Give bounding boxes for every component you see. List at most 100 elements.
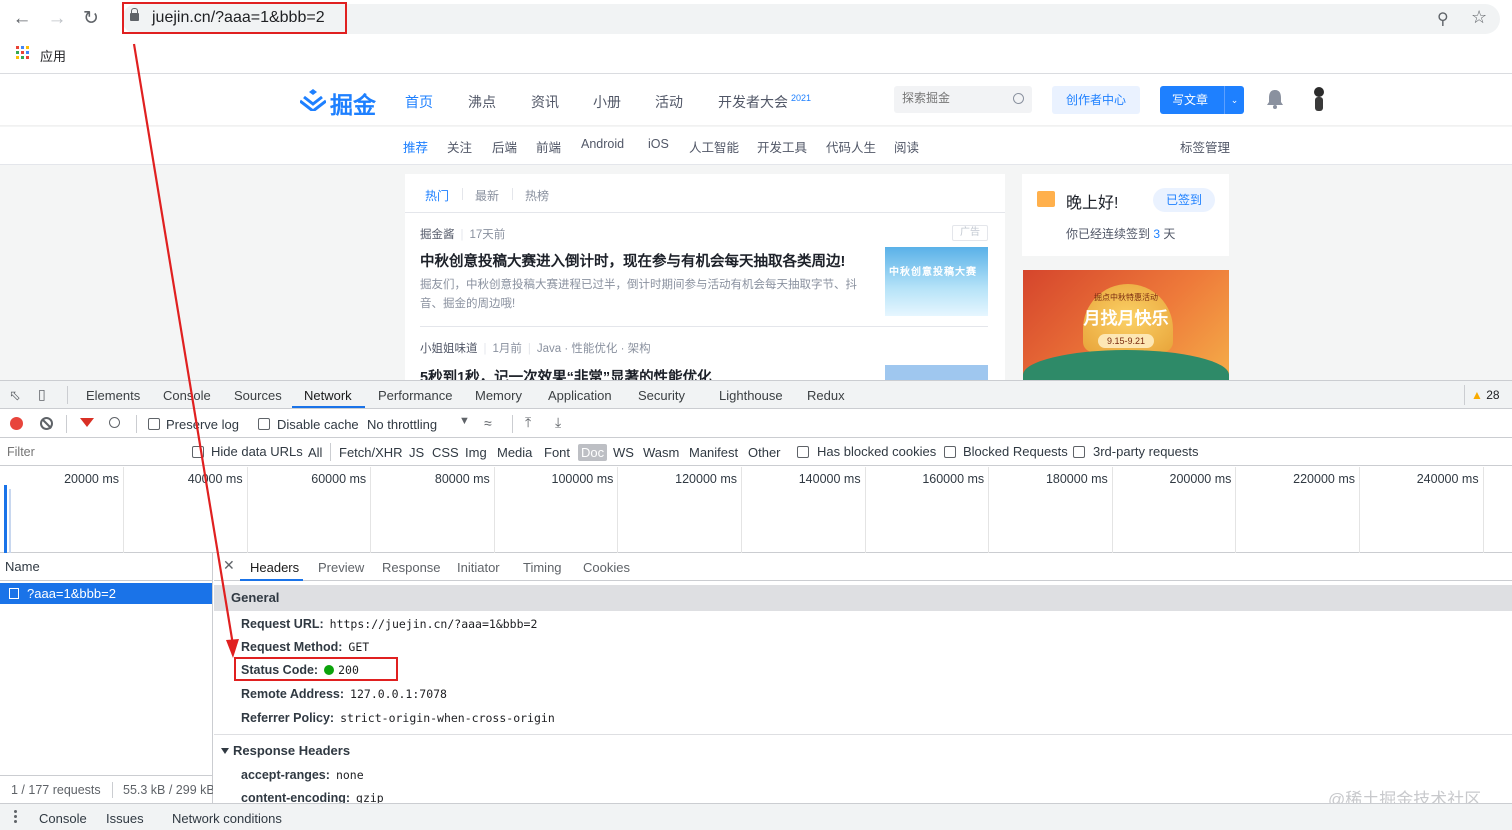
mid-autumn-banner[interactable]: 掘点中秋特惠活动 月找月快乐 9.15-9.21 xyxy=(1023,270,1229,380)
preserve-log-checkbox[interactable] xyxy=(148,418,160,430)
header-value[interactable]: https://juejin.cn/?aaa=1&bbb=2 xyxy=(330,617,538,631)
juejin-logo-text[interactable]: 掘金 xyxy=(330,86,376,120)
general-section-header[interactable]: General xyxy=(214,585,1512,611)
has-blocked-cookies-label[interactable]: Has blocked cookies xyxy=(817,444,936,459)
tab-initiator[interactable]: Initiator xyxy=(457,560,500,575)
feed-tab-hot[interactable]: 热门 xyxy=(425,187,449,204)
tab-response[interactable]: Response xyxy=(382,560,441,575)
reload-icon[interactable]: ↻ xyxy=(78,6,104,32)
tab-security[interactable]: Security xyxy=(638,388,685,403)
juejin-logo-icon[interactable] xyxy=(300,89,326,111)
article-abstract-line[interactable]: 掘友们，中秋创意投稿大赛进程已过半，倒计时期间参与活动有机会每天抽取字节、抖 xyxy=(420,276,857,295)
bell-icon[interactable] xyxy=(1266,89,1284,109)
has-blocked-cookies-checkbox[interactable] xyxy=(797,446,809,458)
filter-type-js[interactable]: JS xyxy=(409,445,424,460)
creator-center-button[interactable]: 创作者中心 xyxy=(1052,86,1140,114)
subnav-devtools[interactable]: 开发工具 xyxy=(757,137,807,156)
tab-redux[interactable]: Redux xyxy=(807,388,845,403)
third-party-label[interactable]: 3rd-party requests xyxy=(1093,444,1199,459)
tab-memory[interactable]: Memory xyxy=(475,388,522,403)
search-icon[interactable] xyxy=(109,417,120,428)
apps-icon[interactable] xyxy=(16,46,30,60)
filter-type-media[interactable]: Media xyxy=(497,445,532,460)
network-conditions-icon[interactable]: ≈ xyxy=(484,415,492,431)
tag-manage-link[interactable]: 标签管理 xyxy=(1180,137,1230,156)
warnings-badge[interactable]: ▲ 28 xyxy=(1464,385,1504,405)
drawer-tab-console[interactable]: Console xyxy=(39,811,87,826)
nav-news[interactable]: 资讯 xyxy=(531,92,559,112)
filter-input[interactable] xyxy=(4,442,180,462)
back-icon[interactable]: ← xyxy=(9,6,35,32)
subnav-career[interactable]: 代码人生 xyxy=(826,137,876,156)
request-row[interactable]: ?aaa=1&bbb=2 xyxy=(0,583,212,604)
apps-bookmark-label[interactable]: 应用 xyxy=(40,46,66,65)
tab-network[interactable]: Network xyxy=(304,388,352,403)
filter-type-font[interactable]: Font xyxy=(544,445,570,460)
header-value[interactable]: gzip xyxy=(356,791,384,803)
disable-cache-label[interactable]: Disable cache xyxy=(277,417,359,432)
nav-books[interactable]: 小册 xyxy=(593,92,621,112)
filter-type-manifest[interactable]: Manifest xyxy=(689,445,738,460)
header-value[interactable]: none xyxy=(336,768,364,782)
network-overview-timeline[interactable]: 20000 ms 40000 ms 60000 ms 80000 ms 100000 m… xyxy=(0,467,1512,553)
tab-console[interactable]: Console xyxy=(163,388,211,403)
tab-application[interactable]: Application xyxy=(548,388,612,403)
subnav-reading[interactable]: 阅读 xyxy=(894,137,919,156)
tab-performance[interactable]: Performance xyxy=(378,388,452,403)
article-author[interactable]: 掘金酱 xyxy=(420,229,455,241)
nav-home[interactable]: 首页 xyxy=(405,92,433,112)
avatar[interactable] xyxy=(1310,86,1328,112)
subnav-follow[interactable]: 关注 xyxy=(447,137,472,156)
chevron-down-icon[interactable]: ⌄ xyxy=(1224,86,1244,114)
header-value[interactable]: strict-origin-when-cross-origin xyxy=(340,711,555,725)
blocked-requests-label[interactable]: Blocked Requests xyxy=(963,444,1068,459)
clear-icon[interactable] xyxy=(40,417,53,430)
dropdown-arrow-icon[interactable]: ▼ xyxy=(459,415,470,427)
nav-pins[interactable]: 沸点 xyxy=(468,92,496,112)
filter-type-img[interactable]: Img xyxy=(465,445,487,460)
name-column-header[interactable]: Name xyxy=(0,553,213,581)
tab-sources[interactable]: Sources xyxy=(234,388,282,403)
article-abstract-line[interactable]: 音、掘金的周边哦! xyxy=(420,295,515,314)
header-value[interactable]: GET xyxy=(348,640,369,654)
drawer-tab-issues[interactable]: Issues xyxy=(106,811,144,826)
search-box[interactable] xyxy=(894,86,1032,113)
article-title[interactable]: 中秋创意投稿大赛进入倒计时，现在参与有机会每天抽取各类周边! xyxy=(420,250,845,271)
tab-lighthouse[interactable]: Lighthouse xyxy=(719,388,783,403)
article-thumbnail[interactable]: 中秋创意投稿大赛 xyxy=(885,247,988,316)
filter-type-all[interactable]: All xyxy=(308,445,322,460)
filter-type-css[interactable]: CSS xyxy=(432,445,459,460)
subnav-android[interactable]: Android xyxy=(581,137,624,151)
article-author[interactable]: 小姐姐味道 xyxy=(420,343,478,355)
signed-in-button[interactable]: 已签到 xyxy=(1153,188,1215,212)
more-options-icon[interactable] xyxy=(14,810,17,824)
blocked-requests-checkbox[interactable] xyxy=(944,446,956,458)
inspect-element-icon[interactable]: ⬁ xyxy=(9,387,21,404)
subnav-recommend[interactable]: 推荐 xyxy=(403,137,428,156)
write-article-button[interactable]: 写文章 ⌄ xyxy=(1160,86,1244,114)
hide-data-urls-checkbox[interactable] xyxy=(192,446,204,458)
close-icon[interactable]: ✕ xyxy=(223,557,235,574)
preserve-log-label[interactable]: Preserve log xyxy=(166,417,239,432)
import-har-icon[interactable]: ⤒ xyxy=(525,414,531,431)
disable-cache-checkbox[interactable] xyxy=(258,418,270,430)
filter-icon[interactable] xyxy=(80,418,94,427)
device-toolbar-icon[interactable]: ▯ xyxy=(38,386,46,403)
feed-tab-latest[interactable]: 最新 xyxy=(475,187,499,204)
article-tags[interactable]: Java · 性能优化 · 架构 xyxy=(537,343,651,355)
filter-type-ws[interactable]: WS xyxy=(613,445,634,460)
feed-tab-ranking[interactable]: 热榜 xyxy=(525,187,549,204)
subnav-ios[interactable]: iOS xyxy=(648,137,669,151)
forward-icon[interactable]: → xyxy=(44,6,70,32)
search-icon[interactable] xyxy=(1013,93,1024,104)
record-icon[interactable] xyxy=(10,417,23,430)
nav-events[interactable]: 活动 xyxy=(655,92,683,112)
filter-type-wasm[interactable]: Wasm xyxy=(643,445,679,460)
filter-type-fetch-xhr[interactable]: Fetch/XHR xyxy=(339,445,403,460)
nav-dev-conference[interactable]: 开发者大会 2021 xyxy=(718,92,811,112)
filter-type-doc[interactable]: Doc xyxy=(578,444,608,461)
drawer-tab-network-conditions[interactable]: Network conditions xyxy=(172,811,282,826)
response-headers-section-header[interactable]: Response Headers xyxy=(221,743,350,758)
filter-type-other[interactable]: Other xyxy=(748,445,781,460)
subnav-ai[interactable]: 人工智能 xyxy=(689,137,739,156)
